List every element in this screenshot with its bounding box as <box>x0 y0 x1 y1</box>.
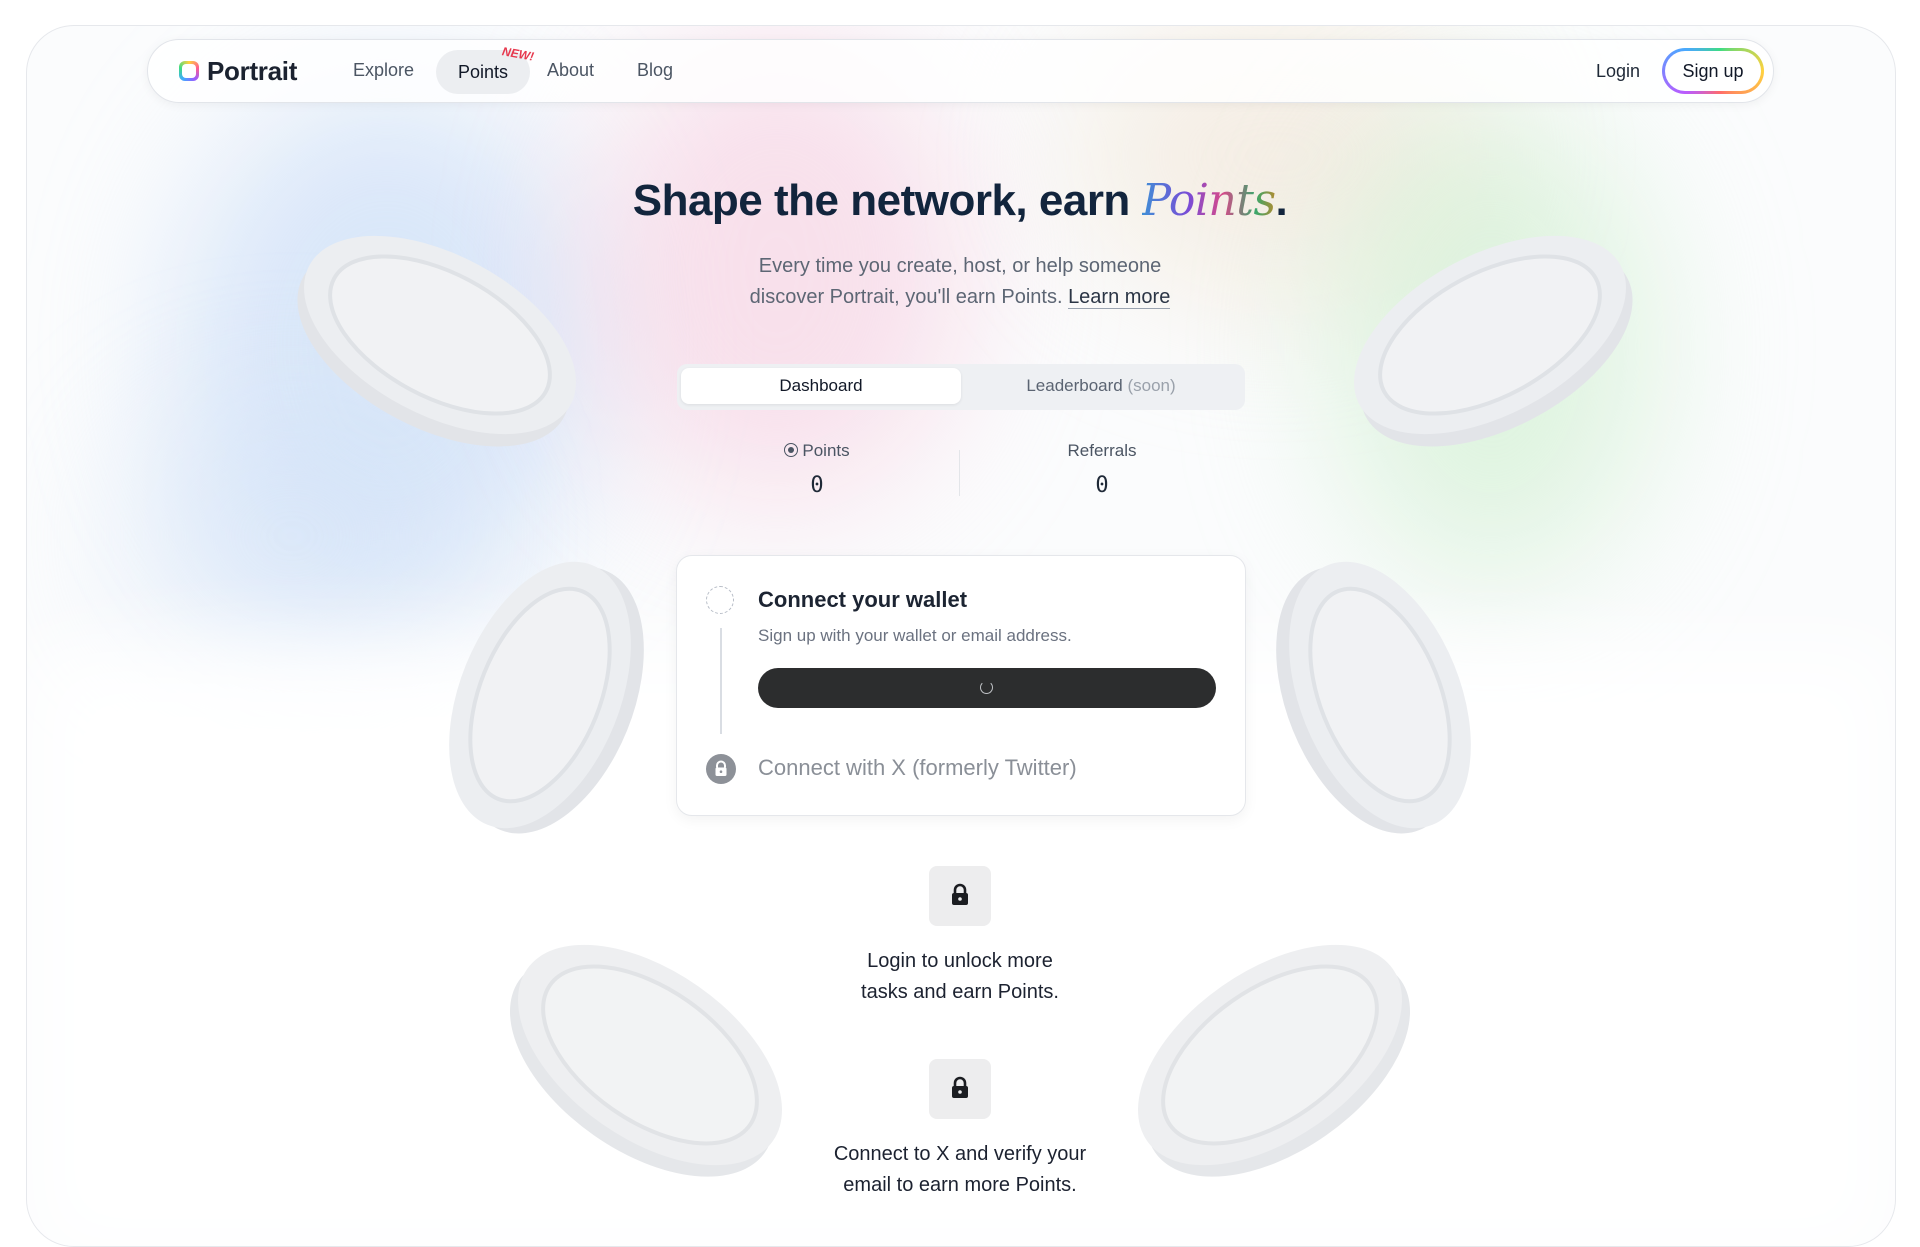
referrals-stat-value: 0 <box>1095 473 1109 498</box>
hero-description-line2: discover Portrait, you'll earn Points. L… <box>0 282 1920 313</box>
locked-task-icon-box <box>929 866 991 926</box>
signup-label: Sign up <box>1665 51 1761 91</box>
learn-more-link[interactable]: Learn more <box>1068 286 1171 309</box>
points-label-text: Points <box>802 441 850 460</box>
lock-icon <box>952 883 968 905</box>
locked-task-line1: Connect to X and verify your <box>833 1143 1087 1165</box>
headline-prefix: Shape the network, earn <box>632 176 1142 225</box>
stats-divider <box>959 450 960 496</box>
hero-description-line1: Every time you create, host, or help som… <box>758 255 1162 277</box>
locked-task-text: Login to unlock more tasks and earn Poin… <box>0 946 1920 1008</box>
wallet-step-description: Sign up with your wallet or email addres… <box>758 626 1072 645</box>
signup-button[interactable]: Sign up <box>1662 48 1764 94</box>
nav-about[interactable]: About <box>547 55 594 85</box>
points-tabs: Dashboard Leaderboard (soon) <box>677 364 1245 410</box>
logo-text: Portrait <box>207 55 298 86</box>
locked-task-text: Connect to X and verify your email to ea… <box>0 1139 1920 1201</box>
headline-suffix: . <box>1275 176 1288 225</box>
login-link[interactable]: Login <box>1596 56 1640 86</box>
step-connector <box>720 628 722 734</box>
locked-task-line2: email to earn more Points. <box>843 1174 1077 1196</box>
coin-decoration-mid-left <box>449 561 644 834</box>
lock-icon <box>706 754 736 784</box>
tab-dashboard[interactable]: Dashboard <box>681 368 961 404</box>
tab-leaderboard-soon: (soon) <box>1127 376 1176 395</box>
points-stat-label: Points <box>717 441 917 461</box>
portrait-logo-icon <box>179 61 199 81</box>
coin-decoration-mid-right <box>1276 561 1471 834</box>
step-pending-icon <box>706 586 734 614</box>
connect-wallet-button[interactable] <box>758 668 1216 708</box>
points-icon <box>784 443 799 457</box>
wallet-step-title: Connect your wallet <box>758 587 968 612</box>
nav-blog[interactable]: Blog <box>637 55 673 85</box>
locked-task-line1: Login to unlock more <box>867 950 1053 972</box>
hero-description-text: discover Portrait, you'll earn Points. <box>749 286 1063 308</box>
tab-leaderboard-label: Leaderboard <box>1026 376 1123 395</box>
points-stat-value: 0 <box>810 473 824 498</box>
logo[interactable]: Portrait <box>179 56 297 86</box>
page-title: Shape the network, earn Points. <box>0 175 1920 226</box>
tasks-card: Connect your wallet Sign up with your wa… <box>676 555 1246 816</box>
nav-explore[interactable]: Explore <box>353 55 414 85</box>
referrals-stat-label: Referrals <box>1067 441 1137 460</box>
tab-leaderboard[interactable]: Leaderboard (soon) <box>961 368 1241 404</box>
lock-icon <box>952 1076 968 1098</box>
loading-spinner-icon <box>980 681 993 694</box>
hero-description: Every time you create, host, or help som… <box>0 251 1920 313</box>
locked-task-icon-box <box>929 1059 991 1119</box>
twitter-step-title: Connect with X (formerly Twitter) <box>758 755 1077 780</box>
locked-task-line2: tasks and earn Points. <box>861 981 1059 1003</box>
top-navbar: Portrait Explore Points NEW! About Blog … <box>147 39 1774 103</box>
headline-points-word: Points <box>1141 175 1276 226</box>
